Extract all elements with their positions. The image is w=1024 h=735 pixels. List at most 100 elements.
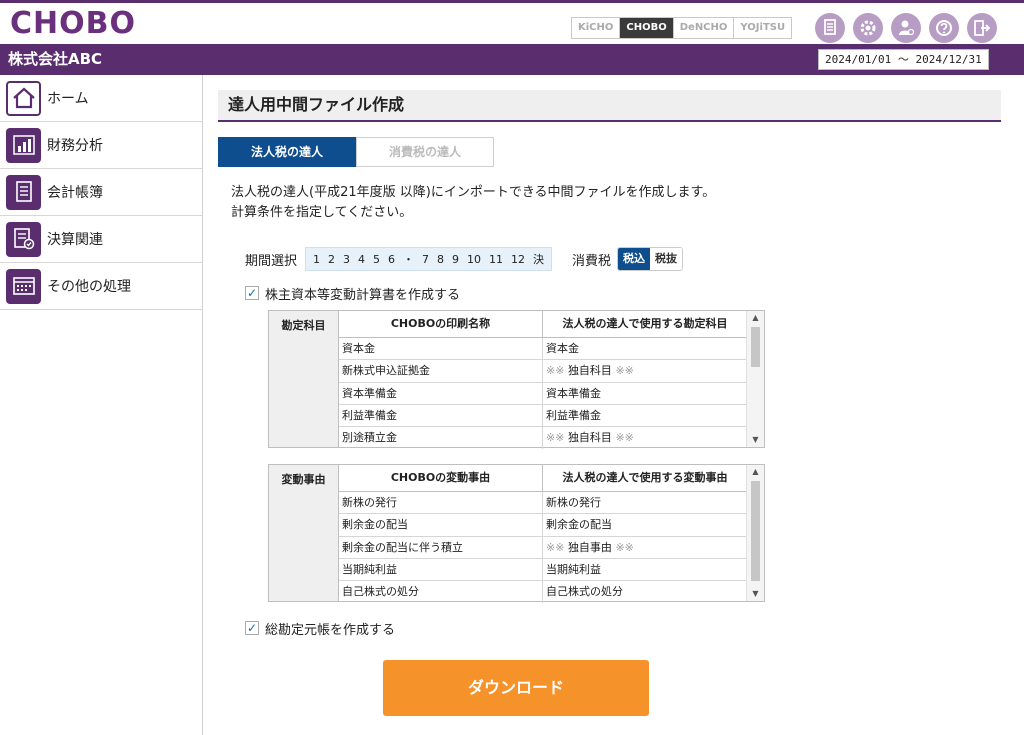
sidebar-item-ledgers[interactable]: 会計帳簿 (0, 169, 202, 216)
events-side-header: 変動事由 (269, 465, 339, 601)
events-table-body: CHOBOの変動事由 法人税の達人で使用する変動事由 新株の発行 新株の発行 剰… (339, 465, 747, 604)
period-month-6[interactable]: 6 (384, 253, 399, 266)
period-settlement[interactable]: 決 (529, 251, 548, 267)
period-month-3[interactable]: 3 (339, 253, 354, 266)
scroll-thumb[interactable] (751, 327, 760, 367)
table-row[interactable]: 別途積立金 ※※ 独自科目 ※※ (339, 427, 747, 450)
description: 法人税の達人(平成21年度版 以降)にインポートできる中間ファイルを作成します。… (231, 183, 715, 223)
tab-corporate-tax[interactable]: 法人税の達人 (218, 137, 356, 167)
tax-included-option[interactable]: 税込 (618, 248, 651, 270)
table-row[interactable]: 自己株式の処分 自己株式の処分 (339, 581, 747, 604)
cell-text: 独自事由 (567, 540, 612, 554)
product-tab-chobo[interactable]: CHOBO (620, 18, 674, 38)
consumption-tax-toggle: 税込 税抜 (617, 247, 684, 271)
period-month-1[interactable]: 1 (309, 253, 324, 266)
cell-tatsujin[interactable]: ※※ 独自科目 ※※ (543, 427, 747, 449)
equity-statement-checkbox[interactable]: ✓ (245, 286, 259, 300)
general-ledger-checkbox[interactable]: ✓ (245, 621, 259, 635)
tax-excluded-option[interactable]: 税抜 (650, 248, 683, 270)
product-tab-dencho[interactable]: DeNCHO (673, 18, 735, 38)
product-tab-kicho[interactable]: KiCHO (572, 18, 621, 38)
tab-consumption-tax[interactable]: 消費税の達人 (356, 137, 494, 167)
sidebar-item-other-processing[interactable]: その他の処理 (0, 263, 202, 310)
cell-text: 新株の発行 (546, 496, 601, 509)
chobo-logo[interactable]: CHOBO (10, 9, 136, 39)
user-settings-icon[interactable] (891, 13, 921, 43)
cell-tatsujin[interactable]: 資本金 (543, 338, 747, 359)
cell-tatsujin[interactable]: 剰余金の配当 (543, 514, 747, 535)
document-icon[interactable] (815, 13, 845, 43)
cell-chobo: 別途積立金 (339, 427, 543, 450)
events-mapping-table: 変動事由 CHOBOの変動事由 法人税の達人で使用する変動事由 新株の発行 新株… (268, 464, 765, 604)
table-row[interactable]: 新株の発行 新株の発行 (339, 492, 747, 515)
accounts-mapping-table: 勘定科目 CHOBOの印刷名称 法人税の達人で使用する勘定科目 資本金 資本金 … (268, 310, 765, 450)
cell-text: 資本準備金 (546, 386, 601, 400)
equity-statement-check-row[interactable]: ✓ 株主資本等変動計算書を作成する (245, 283, 460, 303)
table-row[interactable]: 当期純利益 当期純利益 (339, 558, 747, 582)
custom-mark: ※※ (546, 364, 565, 378)
scroll-down-icon[interactable]: ▼ (747, 433, 764, 447)
cell-tatsujin[interactable]: 当期純利益 (543, 559, 747, 580)
cell-text: 当期純利益 (546, 562, 601, 576)
tatsujin-tabs: 法人税の達人 消費税の達人 (218, 137, 494, 167)
sidebar-item-settlement[interactable]: 決算関連 (0, 216, 202, 263)
cell-tatsujin[interactable]: 新株の発行 (543, 492, 747, 513)
cell-text: 独自科目 (567, 364, 612, 378)
sidebar-item-label: 財務分析 (47, 138, 103, 154)
description-line-1: 法人税の達人(平成21年度版 以降)にインポートできる中間ファイルを作成します。 (231, 185, 716, 200)
sidebar-item-financial-analysis[interactable]: 財務分析 (0, 122, 202, 169)
cell-text: 利益準備金 (546, 408, 601, 422)
settlement-icon (6, 221, 41, 257)
period-month-12[interactable]: 12 (507, 253, 529, 266)
accounts-side-header: 勘定科目 (269, 311, 339, 447)
period-month-9[interactable]: 9 (448, 253, 463, 266)
table-row[interactable]: 剰余金の配当に伴う積立 ※※ 独自事由 ※※ (339, 536, 747, 559)
logout-icon[interactable] (967, 13, 997, 43)
events-scrollbar[interactable]: ▲ ▼ (746, 465, 764, 601)
description-line-2: 計算条件を指定してください。 (231, 205, 413, 220)
sidebar-item-label: 決算関連 (47, 232, 103, 248)
table-row[interactable]: 資本準備金 資本準備金 (339, 382, 747, 405)
custom-mark: ※※ (615, 431, 634, 445)
home-icon (6, 80, 41, 116)
help-icon[interactable] (929, 13, 959, 43)
accounts-table-body: CHOBOの印刷名称 法人税の達人で使用する勘定科目 資本金 資本金 新株式申込… (339, 311, 747, 450)
consumption-tax-label: 消費税 (572, 253, 612, 269)
period-dot[interactable]: ・ (399, 251, 418, 267)
download-button[interactable]: ダウンロード (383, 660, 649, 716)
period-month-4[interactable]: 4 (354, 253, 369, 266)
cell-tatsujin[interactable]: ※※ 独自事由 ※※ (543, 537, 747, 558)
table-row[interactable]: 利益準備金 利益準備金 (339, 404, 747, 428)
table-row[interactable]: 新株式申込証拠金 ※※ 独自科目 ※※ (339, 360, 747, 383)
cell-chobo: 自己株式の処分 (339, 581, 543, 604)
period-month-8[interactable]: 8 (433, 253, 448, 266)
cell-tatsujin[interactable]: 利益準備金 (543, 405, 747, 426)
gear-icon[interactable] (853, 13, 883, 43)
period-month-7[interactable]: 7 (418, 253, 433, 266)
main-content: 達人用中間ファイル作成 法人税の達人 消費税の達人 法人税の達人(平成21年度版… (203, 75, 1024, 735)
sidebar-item-label: その他の処理 (47, 279, 131, 295)
custom-mark: ※※ (546, 431, 565, 445)
period-month-2[interactable]: 2 (324, 253, 339, 266)
scroll-down-icon[interactable]: ▼ (747, 587, 764, 601)
scroll-up-icon[interactable]: ▲ (747, 311, 764, 325)
logo-text: CHOBO (10, 6, 136, 41)
accounts-scrollbar[interactable]: ▲ ▼ (746, 311, 764, 447)
general-ledger-check-row[interactable]: ✓ 総勘定元帳を作成する (245, 618, 395, 638)
cell-tatsujin[interactable]: ※※ 独自科目 ※※ (543, 360, 747, 381)
scroll-up-icon[interactable]: ▲ (747, 465, 764, 479)
cell-tatsujin[interactable]: 自己株式の処分 (543, 581, 747, 603)
period-month-11[interactable]: 11 (485, 253, 507, 266)
custom-mark: ※※ (615, 540, 634, 554)
custom-mark: ※※ (546, 540, 565, 554)
sidebar-item-home[interactable]: ホーム (0, 75, 202, 122)
period-month-10[interactable]: 10 (463, 253, 485, 266)
scroll-thumb[interactable] (751, 481, 760, 581)
period-month-5[interactable]: 5 (369, 253, 384, 266)
company-name: 株式会社ABC (8, 50, 103, 68)
table-row[interactable]: 資本金 資本金 (339, 338, 747, 361)
cell-tatsujin[interactable]: 資本準備金 (543, 383, 747, 404)
table-row[interactable]: 剰余金の配当 剰余金の配当 (339, 514, 747, 537)
fiscal-period[interactable]: 2024/01/01 ～ 2024/12/31 (818, 49, 989, 70)
product-tab-yojitsu[interactable]: YOJiTSU (734, 18, 792, 38)
